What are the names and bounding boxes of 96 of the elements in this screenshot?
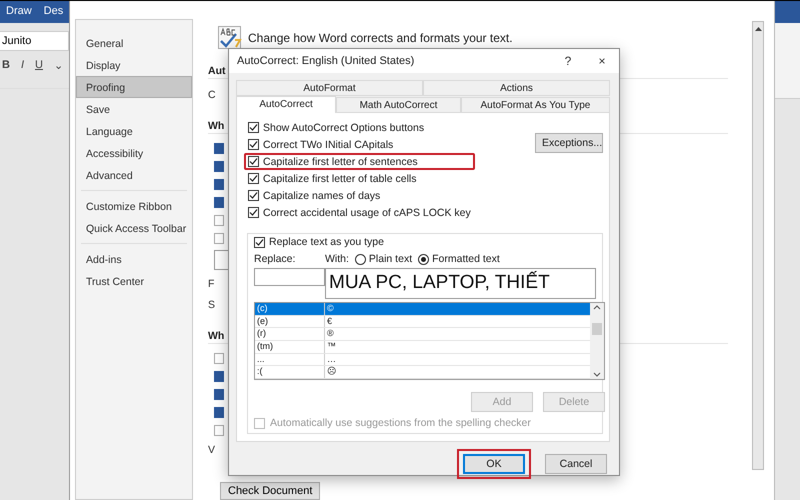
font-name-field[interactable]: Junito <box>0 31 69 51</box>
table-cell-text: … <box>326 354 337 366</box>
table-row[interactable]: (e) € <box>255 316 590 328</box>
table-row[interactable]: :( ☹ <box>255 366 590 380</box>
checkbox[interactable] <box>214 371 224 382</box>
radio-button[interactable] <box>354 254 366 264</box>
table-cell: (e) <box>255 316 325 328</box>
option-label[interactable]: Correct accidental usage of cAPS LOCK key <box>263 206 471 218</box>
chevron-up-icon[interactable] <box>593 305 601 310</box>
replace-field[interactable] <box>254 268 325 286</box>
sidebar-item[interactable]: Accessibility <box>76 142 192 164</box>
option-label: S <box>208 298 216 313</box>
radio-label[interactable]: Formatted text <box>432 253 500 265</box>
table-cell-text: € <box>326 316 334 328</box>
checkbox[interactable] <box>248 207 259 218</box>
checkbox[interactable] <box>214 161 224 172</box>
checkbox[interactable] <box>214 353 224 364</box>
ok-button[interactable]: OK <box>463 454 525 474</box>
checkbox[interactable] <box>248 156 259 167</box>
section-heading: Wh <box>208 330 224 342</box>
chevron-down-icon[interactable] <box>593 372 601 377</box>
checkbox[interactable] <box>214 233 224 244</box>
checkbox[interactable] <box>214 389 224 400</box>
table-row[interactable]: (tm) ™ <box>255 341 590 354</box>
table-cell: (tm) <box>255 341 325 353</box>
with-field[interactable]: MUA PC, LAPTOP, THIẾT <box>325 268 596 299</box>
checkbox[interactable] <box>214 425 224 436</box>
section-description: Change how Word corrects and formats your text. <box>248 31 513 45</box>
ribbon-bar <box>775 1 800 23</box>
sidebar-item[interactable]: General <box>76 32 192 54</box>
checkbox[interactable] <box>214 179 224 190</box>
scrollbar[interactable] <box>590 303 604 379</box>
sidebar-item[interactable]: Proofing <box>76 76 192 98</box>
table-cell-text: © <box>326 303 335 315</box>
format-button[interactable]: ⌄ <box>54 59 63 72</box>
sidebar-item[interactable]: Add-ins <box>76 248 192 270</box>
checkbox[interactable] <box>254 236 265 248</box>
table-row[interactable]: (c) © <box>255 303 590 316</box>
section-heading: Wh <box>208 120 224 132</box>
option-label: F <box>208 277 214 292</box>
help-button[interactable]: ? <box>551 49 585 73</box>
dialog-tab[interactable]: AutoCorrect <box>236 96 336 113</box>
sidebar-item[interactable]: Advanced <box>76 164 192 186</box>
checkbox[interactable] <box>248 139 259 150</box>
format-button[interactable]: I <box>20 59 24 72</box>
checkbox[interactable] <box>214 215 224 226</box>
table-cell: (c) <box>255 303 325 315</box>
checkbox[interactable] <box>248 173 259 184</box>
scroll-thumb[interactable] <box>592 323 602 335</box>
radio-button[interactable] <box>418 254 430 264</box>
table-row[interactable]: (r) ® <box>255 328 590 342</box>
group-label[interactable]: Replace text as you type <box>269 236 384 248</box>
dialog-tab[interactable]: Actions <box>423 80 610 96</box>
radio-label[interactable]: Plain text <box>368 253 412 265</box>
format-button[interactable]: U <box>35 59 43 72</box>
checkbox[interactable] <box>214 407 224 418</box>
dialog-tab[interactable]: AutoFormat <box>236 80 423 96</box>
checkbox[interactable] <box>214 143 224 154</box>
table-cell-text: ™ <box>326 341 337 353</box>
sidebar-item[interactable]: Language <box>76 120 192 142</box>
dialog-tab[interactable]: AutoFormat As You Type <box>460 97 610 113</box>
option-label[interactable]: Show AutoCorrect Options buttons <box>263 122 424 134</box>
table-cell-text: ☹ <box>326 366 337 378</box>
checkbox[interactable] <box>248 122 259 133</box>
dialog-tab[interactable]: Math AutoCorrect <box>336 97 461 113</box>
sidebar-item[interactable]: Quick Access Toolbar <box>76 217 192 239</box>
checkbox[interactable] <box>214 197 224 208</box>
option-label[interactable]: Capitalize names of days <box>263 190 380 202</box>
option-label: V <box>208 443 216 458</box>
ribbon-tab[interactable]: Draw <box>6 5 32 19</box>
sidebar-item[interactable]: Trust Center <box>76 270 192 292</box>
option-label[interactable]: Capitalize first letter of sentences <box>263 156 418 168</box>
sidebar-item[interactable]: Display <box>76 54 192 76</box>
close-button[interactable]: × <box>585 49 619 73</box>
section-heading: Aut <box>208 65 226 77</box>
format-button[interactable]: B <box>2 59 10 72</box>
sidebar-item[interactable]: Save <box>76 98 192 120</box>
check-document-button[interactable]: Check Document <box>220 482 320 500</box>
option-label[interactable]: Capitalize first letter of table cells <box>263 172 416 184</box>
exceptions-button[interactable]: Exceptions... <box>535 133 603 153</box>
table-cell: :( <box>255 366 325 378</box>
replace-label: Replace: <box>254 253 296 265</box>
dialog-title: AutoCorrect: English (United States) <box>237 55 416 67</box>
cancel-button[interactable]: Cancel <box>545 454 607 474</box>
table-cell: (r) <box>255 328 325 340</box>
option-label[interactable]: Correct TWo INitial CApitals <box>263 138 394 150</box>
ribbon-tab[interactable]: Des <box>44 5 64 19</box>
table-cell: ... <box>255 354 325 366</box>
checkbox[interactable] <box>248 190 259 201</box>
scrollbar[interactable] <box>752 21 764 470</box>
option-label: C <box>208 88 216 103</box>
table-cell-text: ® <box>326 328 335 340</box>
table-row[interactable]: ... … <box>255 354 590 366</box>
scroll-up-icon[interactable] <box>754 26 762 32</box>
with-label: With: <box>325 253 349 265</box>
sidebar-item[interactable]: Customize Ribbon <box>76 195 192 217</box>
